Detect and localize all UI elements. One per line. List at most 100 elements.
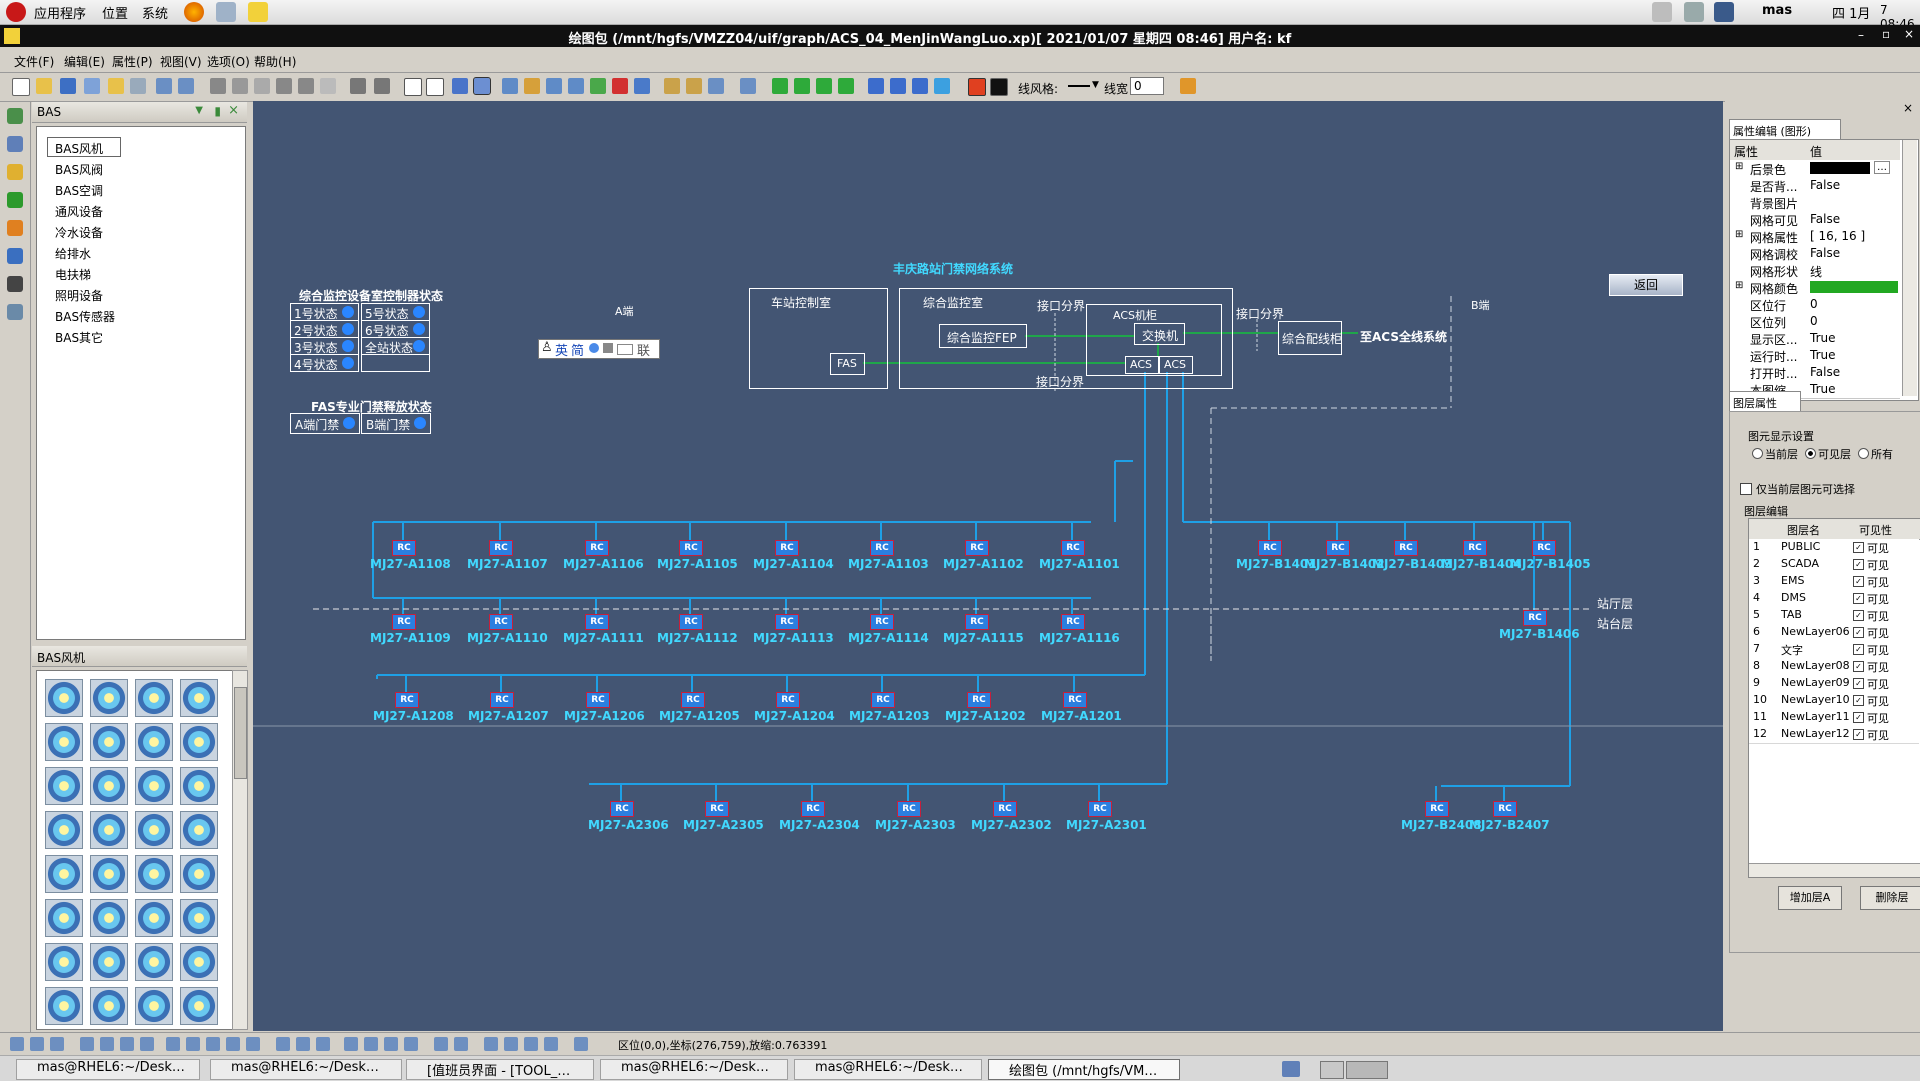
rc-device-box[interactable]: RC — [681, 692, 705, 708]
zoom-all-icon[interactable] — [912, 78, 928, 94]
palette-fan-icon[interactable] — [45, 767, 83, 805]
rc-device-box[interactable]: RC — [775, 614, 799, 630]
draw-table-icon[interactable] — [546, 78, 562, 94]
status-tool-icon[interactable] — [100, 1037, 114, 1051]
rc-device-box[interactable]: RC — [1493, 801, 1517, 817]
print-icon[interactable] — [130, 78, 146, 94]
palette-fan-icon[interactable] — [45, 723, 83, 761]
dropdown-icon[interactable]: ▼ — [195, 105, 203, 116]
rc-device-label[interactable]: MJ27-A1109 — [370, 631, 451, 645]
folder-icon[interactable] — [108, 78, 124, 94]
property-row[interactable]: ⊞ 后景色… — [1730, 160, 1900, 178]
open-file-icon[interactable] — [36, 78, 52, 94]
status-tool-icon[interactable] — [120, 1037, 134, 1051]
status-tool-icon[interactable] — [344, 1037, 358, 1051]
task-drawing-package[interactable]: 绘图包 (/mnt/hgfs/VM… — [988, 1059, 1180, 1080]
network-tool-icon[interactable] — [7, 304, 23, 320]
visible-checkbox[interactable]: ✓ — [1853, 559, 1864, 570]
palette-fan-icon[interactable] — [45, 811, 83, 849]
status-tool-icon[interactable] — [226, 1037, 240, 1051]
rc-device-box[interactable]: RC — [1063, 692, 1087, 708]
menu-edit[interactable]: 编辑(E) — [64, 53, 105, 70]
zoom-out-icon[interactable] — [686, 78, 702, 94]
zoom-in-icon[interactable] — [664, 78, 680, 94]
palette-fan-icon[interactable] — [90, 767, 128, 805]
palette-scroll-thumb[interactable] — [234, 687, 247, 779]
ime-suffix[interactable]: 联 — [637, 340, 650, 359]
status-tool-icon[interactable] — [504, 1037, 518, 1051]
rc-device-label[interactable]: MJ27-A1207 — [468, 709, 549, 723]
network-icon[interactable] — [1652, 2, 1672, 22]
pin-icon[interactable]: ▮ — [214, 104, 221, 118]
rc-device-label[interactable]: MJ27-A1204 — [754, 709, 835, 723]
layer-row[interactable]: 2 SCADA ✓ 可见 — [1749, 556, 1919, 574]
rc-device-box[interactable]: RC — [870, 614, 894, 630]
palette-fan-icon[interactable] — [135, 987, 173, 1025]
line-style-dropdown[interactable] — [1068, 85, 1090, 87]
visible-checkbox[interactable]: ✓ — [1853, 610, 1864, 621]
palette-fan-icon[interactable] — [90, 811, 128, 849]
property-value[interactable]: True — [1810, 348, 1836, 362]
palette-fan-icon[interactable] — [90, 987, 128, 1025]
rc-device-box[interactable]: RC — [1425, 801, 1449, 817]
rc-device-box[interactable]: RC — [392, 614, 416, 630]
palette-fan-icon[interactable] — [45, 899, 83, 937]
draw-group-icon[interactable] — [524, 78, 540, 94]
palette-fan-icon[interactable] — [180, 811, 218, 849]
more-button[interactable]: … — [1874, 161, 1890, 174]
palette-fan-icon[interactable] — [90, 899, 128, 937]
system-menu[interactable]: 系统 — [142, 3, 168, 22]
ime-mode[interactable]: 简 — [571, 340, 584, 359]
mail-icon[interactable] — [216, 2, 236, 22]
status-tool-icon[interactable] — [484, 1037, 498, 1051]
property-row[interactable]: ⊞ 网格属性 [ 16, 16 ] — [1730, 228, 1900, 246]
menu-property[interactable]: 属性(P) — [112, 53, 153, 70]
radio-all[interactable] — [1858, 448, 1869, 459]
radio-visible[interactable] — [1805, 448, 1816, 459]
palette-fan-icon[interactable] — [135, 723, 173, 761]
palette-fan-icon[interactable] — [135, 943, 173, 981]
link-icon[interactable] — [590, 78, 606, 94]
align-icon[interactable] — [740, 78, 756, 94]
panel-close-icon[interactable]: × — [228, 103, 239, 118]
palette-fan-icon[interactable] — [180, 899, 218, 937]
property-value[interactable]: [ 16, 16 ] — [1810, 229, 1865, 243]
workspace-switcher-1[interactable] — [1320, 1061, 1344, 1079]
tab-layers[interactable]: 图层属性 — [1729, 391, 1801, 412]
property-row[interactable]: 运行时... True — [1730, 347, 1900, 365]
palette-fan-icon[interactable] — [45, 943, 83, 981]
bg-color-swatch[interactable] — [1810, 162, 1870, 174]
rc-device-box[interactable]: RC — [801, 801, 825, 817]
status-tool-icon[interactable] — [140, 1037, 154, 1051]
rc-device-box[interactable]: RC — [1532, 540, 1556, 556]
paste-window-icon[interactable] — [178, 78, 194, 94]
only-current-checkbox[interactable] — [1740, 483, 1752, 495]
cancel-icon[interactable] — [320, 78, 336, 94]
rc-device-box[interactable]: RC — [489, 614, 513, 630]
line-color-icon[interactable] — [990, 78, 1008, 96]
rc-device-box[interactable]: RC — [395, 692, 419, 708]
property-row[interactable]: 背景图片 — [1730, 194, 1900, 212]
rc-device-box[interactable]: RC — [775, 540, 799, 556]
layer-row[interactable]: 9 NewLayer09 ✓ 可见 — [1749, 675, 1919, 693]
rc-device-label[interactable]: MJ27-A1112 — [657, 631, 738, 645]
task-terminal-1[interactable]: mas@RHEL6:~/Desk… — [16, 1059, 200, 1080]
rc-device-label[interactable]: MJ27-A1116 — [1039, 631, 1120, 645]
rc-device-label[interactable]: MJ27-A1110 — [467, 631, 548, 645]
palette-fan-icon[interactable] — [180, 679, 218, 717]
property-value[interactable]: True — [1810, 382, 1836, 396]
radio-all-label[interactable]: 所有 — [1871, 446, 1893, 462]
layer-row[interactable]: 3 EMS ✓ 可见 — [1749, 573, 1919, 591]
status-tool-icon[interactable] — [364, 1037, 378, 1051]
visible-checkbox[interactable]: ✓ — [1853, 661, 1864, 672]
property-value[interactable]: 线 — [1810, 263, 1822, 280]
status-tool-icon[interactable] — [316, 1037, 330, 1051]
property-row[interactable]: 网格形状线 — [1730, 262, 1900, 280]
rc-device-box[interactable]: RC — [490, 692, 514, 708]
unlink-icon[interactable] — [612, 78, 628, 94]
drawing-canvas[interactable]: 丰庆路站门禁网络系统 返回 综合监控设备室控制器状态 1号状态 5号状态 2号状态 6… — [253, 101, 1723, 1031]
rc-device-label[interactable]: MJ27-A1203 — [849, 709, 930, 723]
copy-window-icon[interactable] — [156, 78, 172, 94]
visible-checkbox[interactable]: ✓ — [1853, 593, 1864, 604]
status-tool-icon[interactable] — [246, 1037, 260, 1051]
